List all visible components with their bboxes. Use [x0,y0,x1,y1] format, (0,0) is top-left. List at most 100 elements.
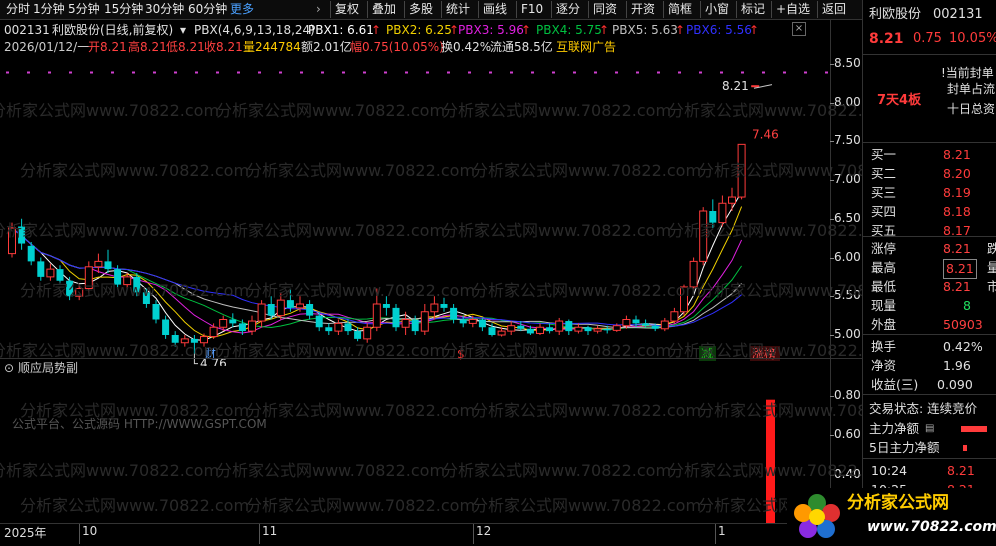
stock-name-period[interactable]: 利欧股份(日线,前复权) [52,22,173,38]
toolbar-8[interactable]: 开资 [631,0,655,19]
chevron-right-icon[interactable]: › [316,0,321,19]
candle-body [517,325,525,329]
toolbar-13[interactable]: 返回 [822,0,846,19]
toolbar-separator [516,1,517,18]
watermark-text: 分析家公式网www.70822.com [0,341,220,360]
y-tick-mark [830,335,834,336]
pbx-3-arrow-icon: ↑ [521,23,532,37]
period-5[interactable]: 60分钟 [188,0,227,19]
stat2-label: 换手 [871,339,897,354]
toolbar-11[interactable]: 标记 [741,0,765,19]
trade-status: 交易状态: 连续竞价 [869,401,978,416]
toolbar-9[interactable]: 简框 [668,0,692,19]
candle-body [622,319,631,327]
limit-dot [573,71,576,74]
indicator-name[interactable]: PBX(4,6,9,13,18,24) [194,22,315,38]
logo-flower-icon [794,494,840,538]
bid-label: 买四 [871,204,897,219]
limit-dot [69,71,72,74]
y-tick-mark [830,63,834,65]
five-day-net-label: 5日主力净额 [869,440,940,455]
bar-close: 收8.21 [204,40,243,54]
y-tick: 6.00 [834,249,861,264]
toolbar-4[interactable]: 画线 [483,0,507,19]
high-price-label: 7.46 [752,127,779,141]
limit-dot [636,71,639,74]
candle-body [257,303,266,322]
close-icon[interactable]: × [792,22,806,36]
candle-body [372,303,381,328]
bid-label: 买三 [871,185,897,200]
pbx-6-value: PBX6: 5.56 [686,23,752,37]
toolbar-3[interactable]: 统计 [446,0,470,19]
toolbar-7[interactable]: 同资 [593,0,617,19]
stat-label: 现量 [871,298,897,313]
subchart-collapse-icon[interactable]: ⊙ [4,360,14,376]
limit-dot [258,71,261,74]
toolbar-1[interactable]: 叠加 [372,0,396,19]
bar-turnover: 换0.42% [441,40,492,54]
stock-code: 002131 [4,23,50,37]
limit-dot [90,71,93,74]
main-net-icon[interactable]: ▤ [925,420,934,438]
pbx-6-arrow-icon: ↑ [749,23,760,37]
toolbar-5[interactable]: F10 [521,0,543,19]
limit-dot [657,71,660,74]
main-net-bar [961,426,987,432]
period-6[interactable]: 更多 [230,0,254,19]
bar-open: 开8.21 [88,40,127,54]
toolbar-2[interactable]: 多股 [409,0,433,19]
concept-tag[interactable]: 互联网广告 [556,39,616,55]
bar-date: 2026/01/12/一 [4,40,90,54]
limit-dot [783,71,786,74]
period-2[interactable]: 5分钟 [68,0,100,19]
pbx-4-value: PBX4: 5.75 [536,23,602,37]
candle-body [420,311,429,332]
toolbar-12[interactable]: +自选 [776,0,810,19]
bid-label: 买二 [871,166,897,181]
watermark-text: 分析家公式网www.70822.com [0,221,220,240]
bid-price: 8.20 [943,166,971,181]
candle-body [526,328,534,334]
pbx-1-value: PBX1: 6.61 [308,23,374,37]
toolbar-separator [367,1,368,18]
quote-stock-code: 002131 [933,7,983,22]
watermark-text: 分析家公式网www.70822.com [246,161,476,180]
limit-dot [531,71,534,74]
toolbar-6[interactable]: 逐分 [556,0,580,19]
candle-body [660,320,669,330]
pbx-4-arrow-icon: ↑ [599,23,610,37]
candle-body [555,320,564,332]
watermark-text: 分析家公式网www.70822.com [442,341,672,360]
limit-dot [594,71,597,74]
limit-dot [825,71,828,74]
logo-title: 分析家公式网 [847,493,949,513]
limit-dot [153,71,156,74]
candle-body [334,322,343,332]
candle-body [584,327,592,332]
stat-label: 外盘 [871,317,897,332]
pbx-2-value: PBX2: 6.25 [386,23,452,37]
period-4[interactable]: 30分钟 [145,0,184,19]
y-tick-mark [830,257,834,259]
toolbar-separator [736,1,737,18]
toolbar-separator [700,1,701,18]
period-1[interactable]: 1分钟 [33,0,65,19]
period-3[interactable]: 15分钟 [104,0,143,19]
period-0[interactable]: 分时 [6,0,30,19]
toolbar-10[interactable]: 小窗 [705,0,729,19]
candle-body [488,327,496,335]
limit-dot [678,71,681,74]
candle-body [296,303,304,309]
candle-body [440,304,448,308]
candle-body [507,325,516,332]
candle-body [459,319,467,324]
watermark-text: 分析家公式网www.70822.com [216,461,446,480]
candle-body [642,323,650,326]
tick-time: 10:24 [871,463,908,478]
candle-body [267,304,275,316]
toolbar-separator [551,1,552,18]
toolbar-0[interactable]: 复权 [335,0,359,19]
stat-value: 8 [963,298,971,313]
chevron-down-icon[interactable]: ▾ [180,22,186,38]
